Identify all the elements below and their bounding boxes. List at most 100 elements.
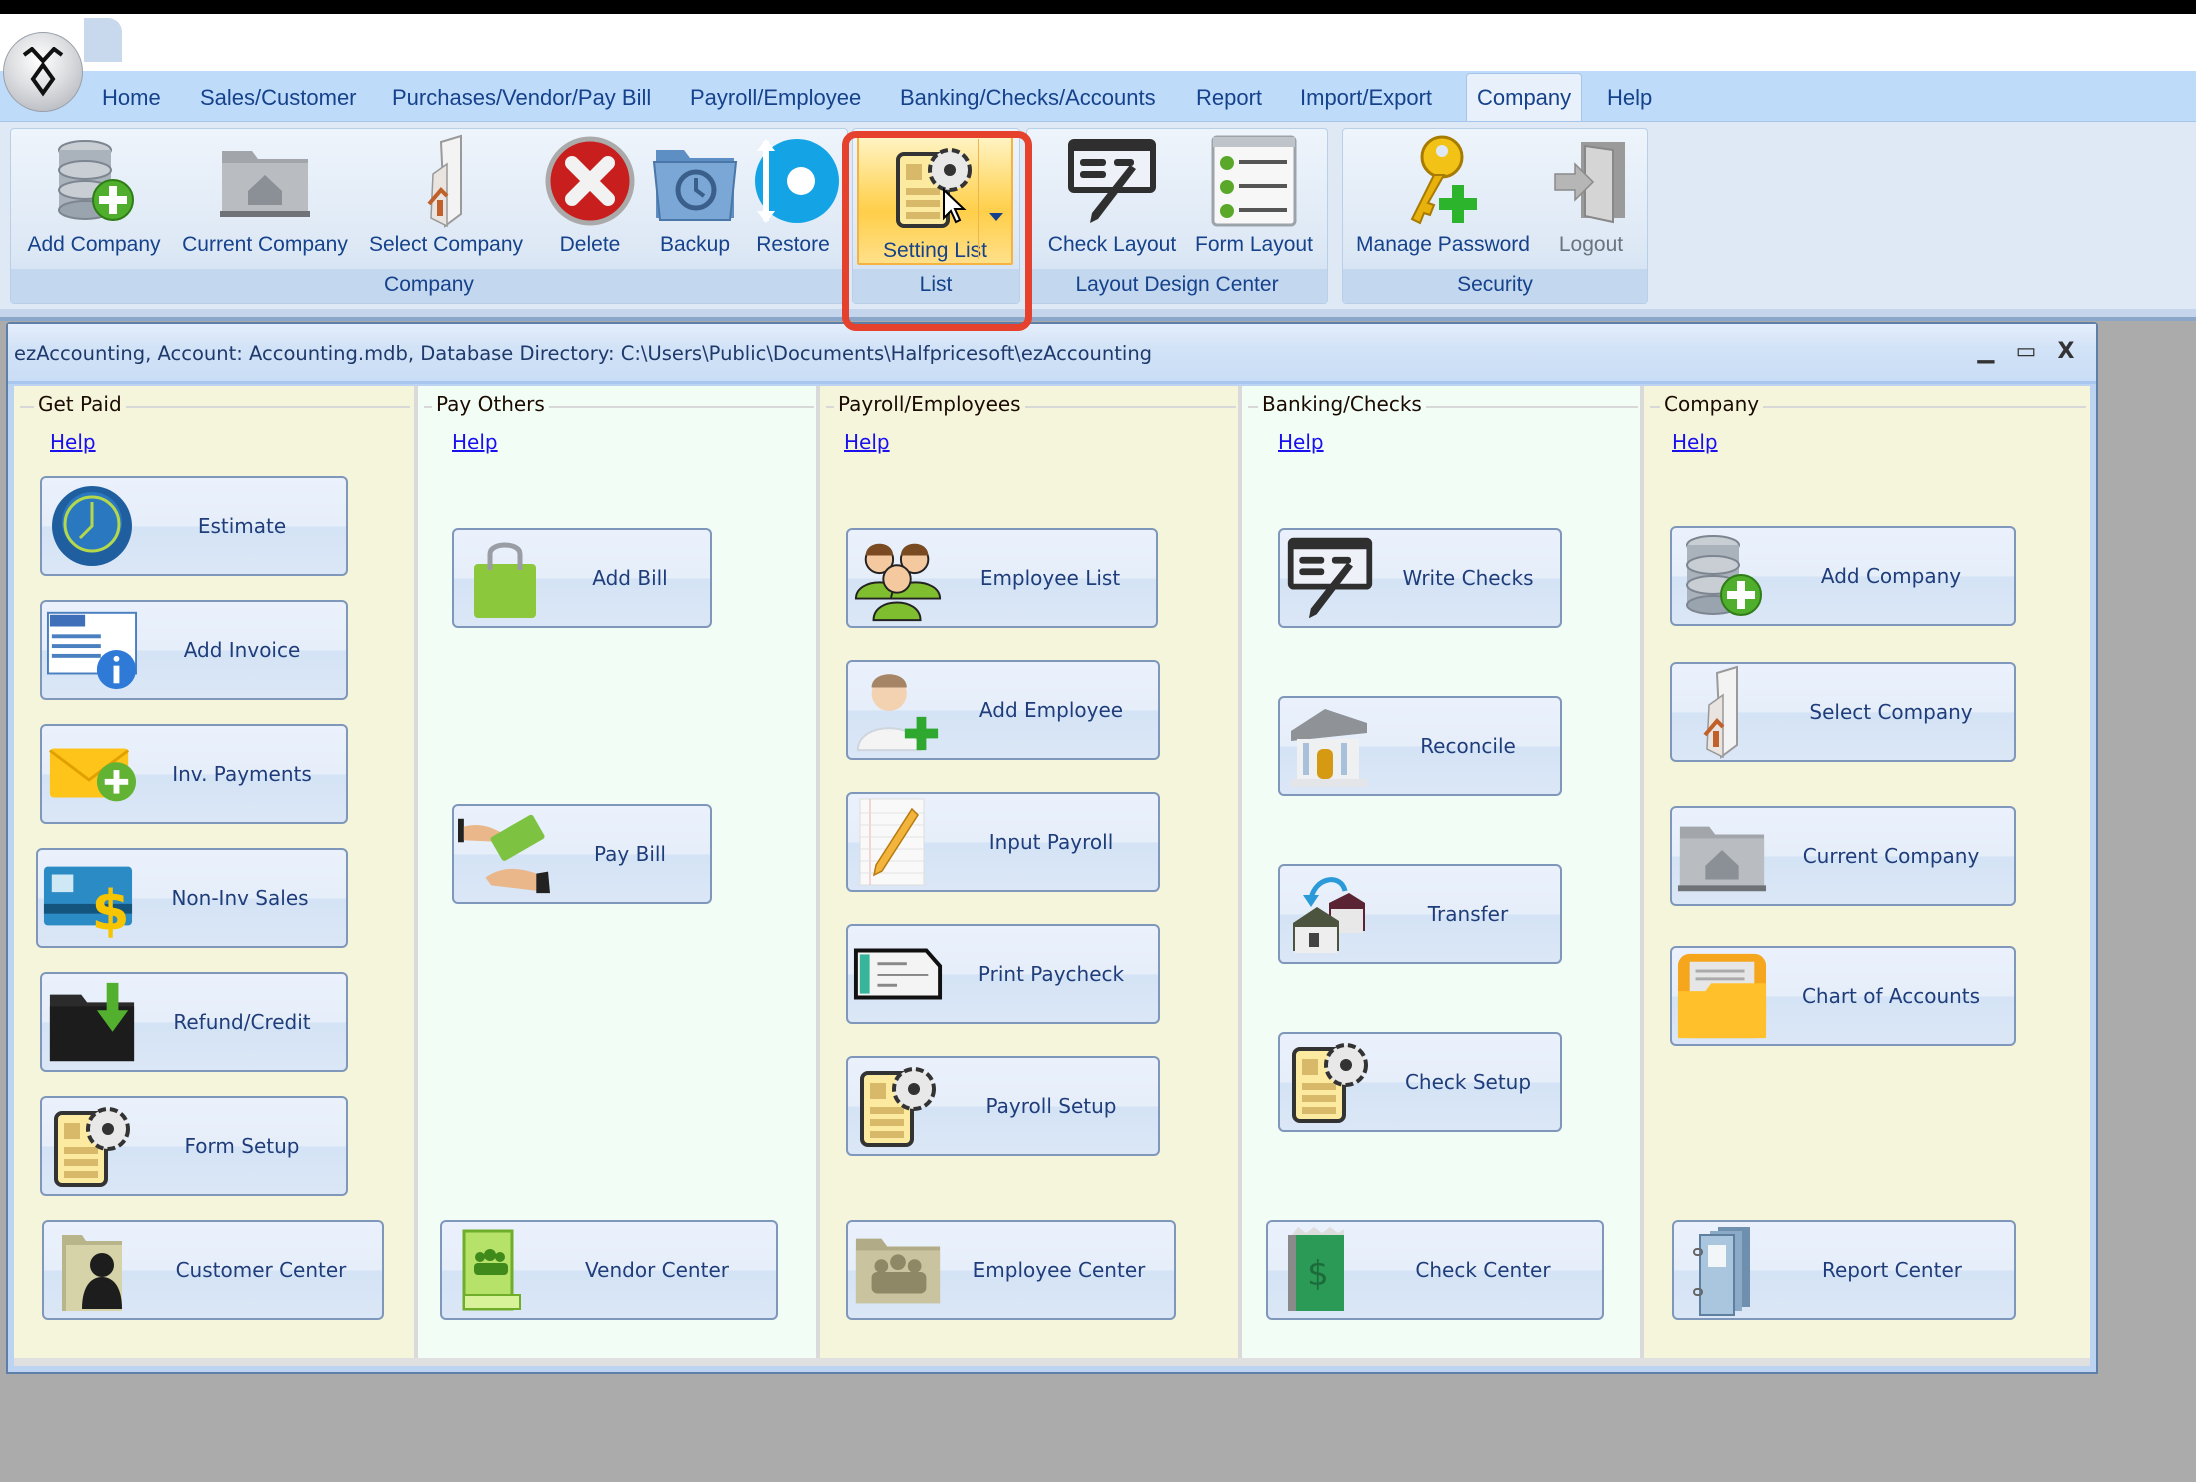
setting-list-button[interactable]: Setting List	[857, 133, 1013, 265]
customer-center-tile[interactable]: Customer Center	[42, 1220, 384, 1320]
accounts-folder-icon	[1676, 952, 1768, 1040]
tab-company[interactable]: Company	[1466, 73, 1583, 121]
add-company-label: Add Company	[27, 233, 161, 256]
company-current-company-tile[interactable]: Current Company	[1670, 806, 2016, 906]
minimize-icon: ▁	[1977, 339, 1995, 364]
help-link-company[interactable]: Help	[1672, 430, 1718, 454]
child-window-title: ezAccounting, Account: Accounting.mdb, D…	[14, 342, 1153, 365]
restore-icon	[745, 133, 841, 229]
chart-of-accounts-tile[interactable]: Chart of Accounts	[1670, 946, 2016, 1046]
paycheck-icon	[852, 930, 944, 1018]
pane-title-text: Company	[1660, 392, 1764, 416]
help-link-pay-others[interactable]: Help	[452, 430, 498, 454]
add-company-button[interactable]: Add Company	[19, 129, 169, 263]
current-company-button[interactable]: Current Company	[177, 129, 353, 263]
refund-credit-tile[interactable]: Refund/Credit	[40, 972, 348, 1072]
restore-button[interactable]: Restore	[743, 129, 843, 263]
bank-icon	[1284, 702, 1376, 790]
vendor-center-tile[interactable]: Vendor Center	[440, 1220, 778, 1320]
employee-list-label: Employee List	[979, 566, 1121, 590]
select-company-button[interactable]: Select Company	[363, 129, 529, 263]
delete-x-icon	[542, 133, 638, 229]
home-folder-icon	[1676, 812, 1768, 900]
pane-title-text: Pay Others	[432, 392, 549, 416]
reconcile-tile[interactable]: Reconcile	[1278, 696, 1562, 796]
quick-access-tab[interactable]	[84, 18, 122, 62]
report-center-tile[interactable]: Report Center	[1672, 1220, 2016, 1320]
tab-report[interactable]: Report	[1196, 85, 1262, 111]
pane-title-pay-others: Pay Others	[426, 392, 555, 416]
logout-button[interactable]: Logout	[1543, 129, 1639, 263]
setting-list-label: Setting List	[883, 239, 987, 262]
add-bill-tile[interactable]: Add Bill	[452, 528, 712, 628]
manage-password-button[interactable]: Manage Password	[1351, 129, 1535, 263]
pane-title-banking: Banking/Checks	[1252, 392, 1432, 416]
form-layout-label: Form Layout	[1195, 233, 1313, 256]
estimate-label: Estimate	[197, 514, 287, 538]
pane-title-text: Get Paid	[34, 392, 126, 416]
check-setup-label: Check Setup	[1404, 1070, 1532, 1094]
tab-home[interactable]: Home	[102, 85, 161, 111]
customer-folder-icon	[48, 1226, 140, 1314]
non-inv-sales-tile[interactable]: $ Non-Inv Sales	[36, 848, 348, 948]
minimize-button[interactable]: ▁	[1972, 338, 2000, 366]
check-layout-label: Check Layout	[1047, 233, 1177, 256]
check-setup-tile[interactable]: Check Setup	[1278, 1032, 1562, 1132]
form-setup-tile[interactable]: Form Setup	[40, 1096, 348, 1196]
write-checks-tile[interactable]: Write Checks	[1278, 528, 1562, 628]
input-payroll-tile[interactable]: Input Payroll	[846, 792, 1160, 892]
tab-help[interactable]: Help	[1607, 85, 1652, 111]
non-inv-sales-label: Non-Inv Sales	[171, 886, 309, 910]
backup-button[interactable]: Backup	[647, 129, 743, 263]
employee-list-tile[interactable]: Employee List	[846, 528, 1158, 628]
open-folder-icon	[1676, 665, 1768, 759]
estimate-tile[interactable]: Estimate	[40, 476, 348, 576]
pane-title-text: Banking/Checks	[1258, 392, 1426, 416]
payroll-setup-tile[interactable]: Payroll Setup	[846, 1056, 1160, 1156]
pane-title-company: Company	[1654, 392, 1769, 416]
close-icon: X	[2057, 339, 2075, 364]
help-link-payroll[interactable]: Help	[844, 430, 890, 454]
refund-credit-label: Refund/Credit	[173, 1010, 311, 1034]
ribbon-group-company-label: Company	[11, 269, 847, 303]
form-layout-button[interactable]: Form Layout	[1187, 129, 1321, 263]
add-invoice-tile[interactable]: Add Invoice	[40, 600, 348, 700]
pay-bill-tile[interactable]: Pay Bill	[452, 804, 712, 904]
print-paycheck-tile[interactable]: Print Paycheck	[846, 924, 1160, 1024]
transfer-tile[interactable]: Transfer	[1278, 864, 1562, 964]
tab-banking[interactable]: Banking/Checks/Accounts	[900, 85, 1156, 111]
delete-button[interactable]: Delete	[535, 129, 645, 263]
tab-payroll-employee[interactable]: Payroll/Employee	[690, 85, 861, 111]
restore-label: Restore	[756, 233, 830, 256]
inv-payments-tile[interactable]: Inv. Payments	[40, 724, 348, 824]
tab-sales-customer[interactable]: Sales/Customer	[200, 85, 357, 111]
employee-center-tile[interactable]: Employee Center	[846, 1220, 1176, 1320]
close-button[interactable]: X	[2052, 338, 2080, 366]
ribbon-group-layout-design-label: Layout Design Center	[1027, 269, 1327, 303]
select-company-label: Select Company	[368, 233, 524, 256]
employee-folder-icon	[852, 1226, 944, 1314]
write-check-icon	[1284, 534, 1376, 622]
report-center-label: Report Center	[1822, 1258, 1962, 1282]
add-employee-tile[interactable]: Add Employee	[846, 660, 1160, 760]
dropdown-arrow-icon[interactable]	[989, 213, 1003, 221]
tab-import-export[interactable]: Import/Export	[1300, 85, 1432, 111]
form-layout-icon	[1206, 133, 1302, 229]
app-logo-icon[interactable]	[3, 32, 83, 112]
tab-purchases-vendor[interactable]: Purchases/Vendor/Pay Bill	[392, 85, 651, 111]
maximize-icon: ▭	[2015, 339, 2037, 364]
help-link-banking[interactable]: Help	[1278, 430, 1324, 454]
delete-label: Delete	[559, 233, 621, 256]
company-select-company-tile[interactable]: Select Company	[1670, 662, 2016, 762]
help-link-get-paid[interactable]: Help	[50, 430, 96, 454]
check-settings-icon	[1284, 1038, 1376, 1126]
pane-title-text: Payroll/Employees	[834, 392, 1025, 416]
check-center-tile[interactable]: $ Check Center	[1266, 1220, 1604, 1320]
check-center-label: Check Center	[1415, 1258, 1551, 1282]
company-add-company-tile[interactable]: Add Company	[1670, 526, 2016, 626]
bank-transfer-icon	[1284, 870, 1376, 958]
check-layout-button[interactable]: Check Layout	[1039, 129, 1185, 263]
maximize-button[interactable]: ▭	[2012, 338, 2040, 366]
settings-list-icon	[887, 139, 983, 235]
print-paycheck-label: Print Paycheck	[977, 962, 1125, 986]
